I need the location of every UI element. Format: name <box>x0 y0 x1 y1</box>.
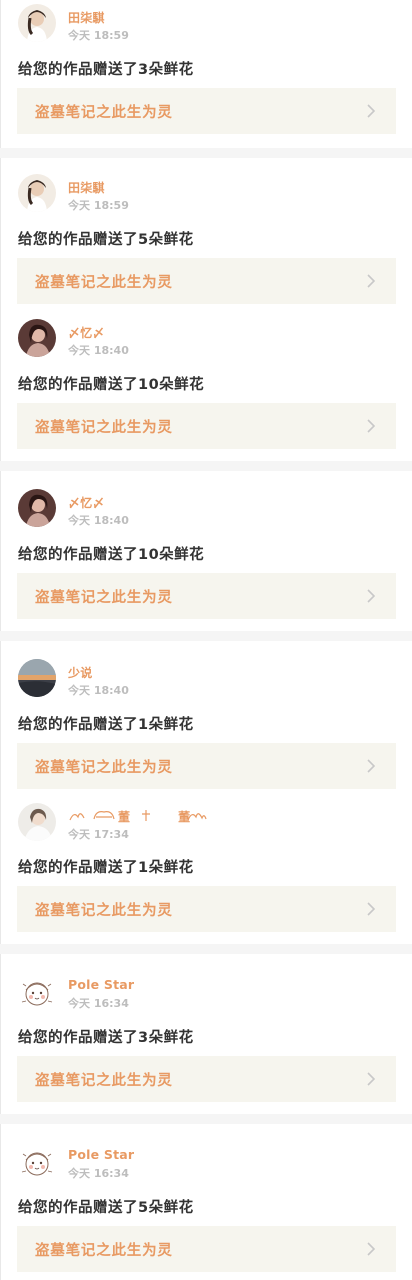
work-link[interactable]: 盗墓笔记之此生为灵 <box>17 1056 396 1102</box>
gift-message: 给您的作品赠送了1朵鲜花 <box>18 717 194 733</box>
user-name[interactable]: Pole Star <box>68 1147 134 1162</box>
gift-message: 给您的作品赠送了10朵鲜花 <box>18 377 205 393</box>
work-title: 盗墓笔记之此生为灵 <box>35 760 173 776</box>
avatar-sunset-icon <box>18 659 56 697</box>
notification-feed: 田柒騏 今天 18:59 给您的作品赠送了3朵鲜花 盗墓笔记之此生为灵 田柒騏 … <box>0 0 412 1280</box>
user-name[interactable]: 〆忆〆 <box>68 494 105 511</box>
section-divider <box>0 461 412 471</box>
section-divider <box>0 148 412 158</box>
gift-message: 给您的作品赠送了1朵鲜花 <box>18 860 194 876</box>
work-title: 盗墓笔记之此生为灵 <box>35 903 173 919</box>
work-link[interactable]: 盗墓笔记之此生为灵 <box>17 258 396 304</box>
avatar-girl-dark-icon <box>18 489 56 527</box>
timestamp: 今天 18:40 <box>68 684 129 697</box>
avatar[interactable] <box>18 489 56 527</box>
chevron-right-icon <box>367 589 376 603</box>
timestamp: 今天 17:34 <box>68 828 129 841</box>
avatar-girl-cream-icon <box>18 174 56 212</box>
notification-item: 〆忆〆 今天 18:40 给您的作品赠送了10朵鲜花 盗墓笔记之此生为灵 <box>0 471 412 631</box>
work-title: 盗墓笔记之此生为灵 <box>35 275 173 291</box>
notification-item: Pole Star 今天 16:34 给您的作品赠送了5朵鲜花 盗墓笔记之此生为… <box>0 1124 412 1280</box>
chevron-right-icon <box>367 1242 376 1256</box>
notification-item: 田柒騏 今天 18:59 给您的作品赠送了3朵鲜花 盗墓笔记之此生为灵 <box>0 0 412 148</box>
work-title: 盗墓笔记之此生为灵 <box>35 420 173 436</box>
work-link[interactable]: 盗墓笔记之此生为灵 <box>17 88 396 134</box>
chevron-right-icon <box>367 759 376 773</box>
avatar-cartoon-icon <box>18 974 56 1012</box>
section-divider <box>0 1114 412 1124</box>
notification-item: 〆忆〆 今天 18:40 给您的作品赠送了10朵鲜花 盗墓笔记之此生为灵 <box>0 306 412 460</box>
avatar-girl-cream-icon <box>18 4 56 42</box>
work-title: 盗墓笔记之此生为灵 <box>35 1073 173 1089</box>
chevron-right-icon <box>367 104 376 118</box>
avatar-girl-dark-icon <box>18 319 56 357</box>
avatar[interactable] <box>18 803 56 841</box>
timestamp: 今天 18:40 <box>68 514 129 527</box>
timestamp: 今天 18:40 <box>68 344 129 357</box>
avatar[interactable] <box>18 319 56 357</box>
work-title: 盗墓笔记之此生为灵 <box>35 1243 173 1259</box>
avatar[interactable] <box>18 659 56 697</box>
timestamp: 今天 16:34 <box>68 997 129 1010</box>
notification-item: 少说 今天 18:40 给您的作品赠送了1朵鲜花 盗墓笔记之此生为灵 <box>0 641 412 791</box>
gift-message: 给您的作品赠送了5朵鲜花 <box>18 1200 194 1216</box>
user-name[interactable]: Pole Star <box>68 977 134 992</box>
work-title: 盗墓笔记之此生为灵 <box>35 590 173 606</box>
user-name[interactable]: 田柒騏 <box>68 9 105 26</box>
avatar[interactable] <box>18 974 56 1012</box>
work-link[interactable]: 盗墓笔记之此生为灵 <box>17 1226 396 1272</box>
work-title: 盗墓笔记之此生为灵 <box>35 105 173 121</box>
work-link[interactable]: 盗墓笔记之此生为灵 <box>17 403 396 449</box>
work-link[interactable]: 盗墓笔记之此生为灵 <box>17 886 396 932</box>
user-name[interactable]: 田柒騏 <box>68 179 105 196</box>
avatar-girl-white-icon <box>18 803 56 841</box>
chevron-right-icon <box>367 902 376 916</box>
avatar[interactable] <box>18 4 56 42</box>
notification-item: 田柒騏 今天 18:59 给您的作品赠送了5朵鲜花 盗墓笔记之此生为灵 <box>0 158 412 306</box>
gift-message: 给您的作品赠送了5朵鲜花 <box>18 232 194 248</box>
avatar-cartoon-icon <box>18 1144 56 1182</box>
user-name[interactable]: 少说 <box>68 664 92 681</box>
timestamp: 今天 18:59 <box>68 199 129 212</box>
timestamp: 今天 18:59 <box>68 29 129 42</box>
gift-message: 给您的作品赠送了10朵鲜花 <box>18 547 205 563</box>
chevron-right-icon <box>367 1072 376 1086</box>
notification-item: 董 董 今天 17:34 给您的作品赠送了1朵鲜花 盗墓笔记之此生为灵 <box>0 791 412 943</box>
user-name[interactable]: 〆忆〆 <box>68 324 105 341</box>
notification-item: Pole Star 今天 16:34 给您的作品赠送了3朵鲜花 盗墓笔记之此生为… <box>0 954 412 1114</box>
gift-message: 给您的作品赠送了3朵鲜花 <box>18 1030 194 1046</box>
avatar[interactable] <box>18 1144 56 1182</box>
section-divider <box>0 631 412 641</box>
gift-message: 给您的作品赠送了3朵鲜花 <box>18 62 194 78</box>
timestamp: 今天 16:34 <box>68 1167 129 1180</box>
user-name-text: 董 董 <box>118 810 213 824</box>
section-divider <box>0 944 412 954</box>
work-link[interactable]: 盗墓笔记之此生为灵 <box>17 743 396 789</box>
work-link[interactable]: 盗墓笔记之此生为灵 <box>17 573 396 619</box>
avatar[interactable] <box>18 174 56 212</box>
chevron-right-icon <box>367 419 376 433</box>
chevron-right-icon <box>367 274 376 288</box>
